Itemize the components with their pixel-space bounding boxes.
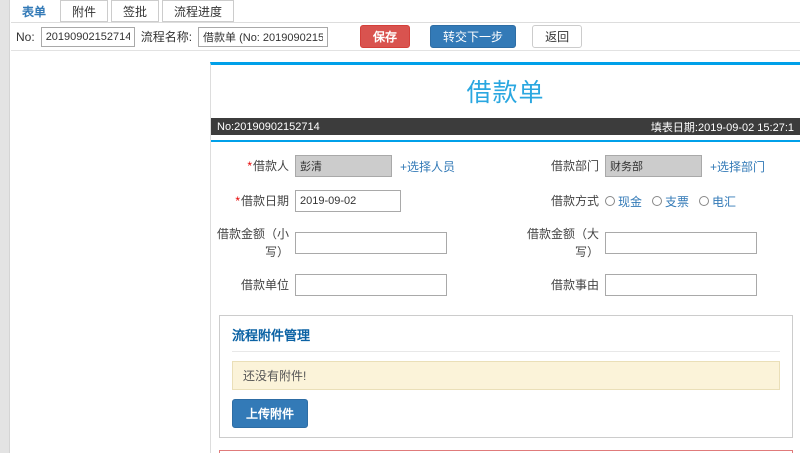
loan-unit-label: 借款单位 bbox=[240, 278, 289, 292]
required-mark: * bbox=[247, 159, 252, 173]
page: 表单 附件 签批 流程进度 No: 流程名称: 保存 转交下一步 返回 借款单 … bbox=[11, 0, 800, 453]
amount-small-input[interactable] bbox=[295, 232, 447, 254]
no-attachments-notice: 还没有附件! bbox=[232, 361, 780, 390]
radio-icon bbox=[652, 196, 663, 206]
loan-method-label: 借款方式 bbox=[550, 194, 599, 208]
back-button[interactable]: 返回 bbox=[532, 25, 583, 48]
next-step-button[interactable]: 转交下一步 bbox=[430, 25, 517, 48]
tab-approval[interactable]: 签批 bbox=[111, 0, 160, 22]
panel-body: 流程附件管理 还没有附件! 上传附件 流程签批意见 B I abc A ∞ bbox=[211, 311, 800, 453]
loan-date-label: *借款日期 bbox=[235, 194, 289, 208]
save-button[interactable]: 保存 bbox=[360, 25, 411, 48]
process-name-label: 流程名称: bbox=[140, 30, 193, 44]
department-input[interactable] bbox=[605, 155, 702, 177]
form-number-text: No:20190902152714 bbox=[217, 120, 320, 133]
process-name-input[interactable] bbox=[198, 26, 329, 47]
loan-date-input[interactable] bbox=[295, 190, 401, 212]
loan-form-grid: *借款人 +选择人员 借款部门 +选择部门 *借款日期 借款方式 现金 支票 电… bbox=[211, 142, 800, 311]
department-label: 借款部门 bbox=[550, 159, 599, 173]
loan-form-panel: 借款单 No:20190902152714 填表日期:2019-09-02 15… bbox=[210, 62, 800, 453]
no-input[interactable] bbox=[40, 26, 135, 47]
required-mark: * bbox=[235, 194, 240, 208]
upload-attachment-button[interactable]: 上传附件 bbox=[232, 399, 309, 428]
fill-date-text: 填表日期:2019-09-02 15:27:1 bbox=[650, 121, 794, 134]
loan-unit-input[interactable] bbox=[295, 274, 447, 296]
no-label: No: bbox=[16, 29, 35, 44]
attachments-section: 流程附件管理 还没有附件! 上传附件 bbox=[219, 315, 793, 438]
radio-cash[interactable]: 现金 bbox=[605, 193, 642, 210]
attachments-heading: 流程附件管理 bbox=[232, 328, 311, 343]
meta-bar: No:20190902152714 填表日期:2019-09-02 15:27:… bbox=[211, 118, 800, 135]
tab-form[interactable]: 表单 bbox=[11, 0, 57, 22]
radio-cheque[interactable]: 支票 bbox=[652, 193, 689, 210]
amount-small-label: 借款金额（小写） bbox=[216, 227, 289, 259]
tab-attachments[interactable]: 附件 bbox=[60, 0, 109, 22]
loan-reason-input[interactable] bbox=[605, 274, 757, 296]
select-department-link[interactable]: +选择部门 bbox=[710, 158, 765, 175]
action-toolbar: No: 流程名称: 保存 转交下一步 返回 bbox=[11, 23, 800, 51]
tab-process-progress[interactable]: 流程进度 bbox=[162, 0, 235, 22]
borrower-label: *借款人 bbox=[247, 159, 289, 173]
radio-icon bbox=[699, 196, 710, 206]
radio-icon bbox=[605, 196, 615, 206]
tab-bar: 表单 附件 签批 流程进度 bbox=[11, 0, 800, 23]
left-gutter bbox=[0, 0, 10, 453]
select-person-link[interactable]: +选择人员 bbox=[400, 158, 455, 175]
page-title: 借款单 bbox=[466, 79, 545, 107]
loan-method-group: 现金 支票 电汇 bbox=[605, 193, 794, 210]
amount-big-input[interactable] bbox=[605, 232, 757, 254]
divider bbox=[232, 351, 780, 352]
loan-reason-label: 借款事由 bbox=[550, 278, 599, 292]
borrower-input[interactable] bbox=[295, 155, 392, 177]
radio-wire-transfer[interactable]: 电汇 bbox=[699, 193, 736, 210]
amount-big-label: 借款金额（大写） bbox=[526, 227, 599, 259]
